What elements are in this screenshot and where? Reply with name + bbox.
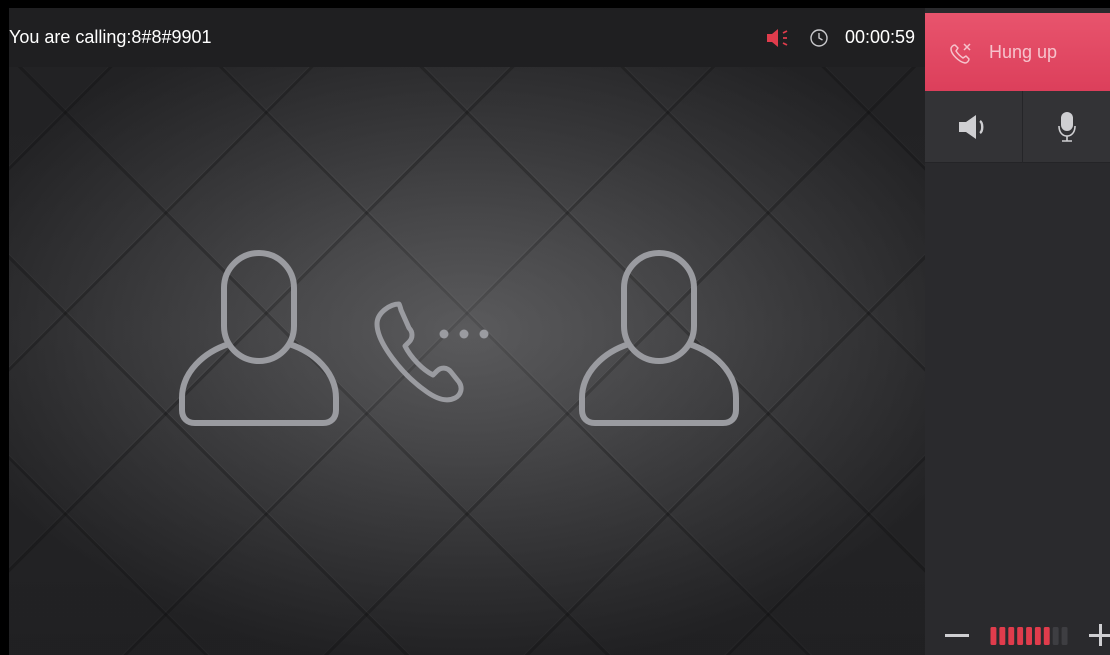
- audio-controls: [925, 91, 1110, 163]
- speaker-icon: [959, 115, 984, 139]
- volume-segment: [1026, 627, 1032, 645]
- volume-segment: [990, 627, 997, 645]
- volume-control: [945, 623, 1110, 649]
- speaker-alert-icon: [767, 29, 788, 47]
- call-window: You are calling:8#8#9901 00:00:59 Hung u…: [0, 0, 1110, 655]
- volume-level-slider[interactable]: [989, 627, 1069, 645]
- calling-number-text: You are calling:8#8#9901: [9, 27, 212, 47]
- volume-segment: [1043, 627, 1050, 645]
- call-control-panel: Hung up: [925, 8, 1110, 655]
- volume-segment: [1052, 627, 1059, 645]
- volume-minus-button[interactable]: [945, 633, 971, 639]
- volume-segment: [1034, 627, 1041, 645]
- call-stage: You are calling:8#8#9901 00:00:59: [9, 8, 925, 655]
- callee-avatar-icon: [579, 250, 739, 426]
- microphone-button[interactable]: [1022, 91, 1110, 163]
- clock-icon: [810, 29, 828, 47]
- call-timer: 00:00:59: [845, 27, 916, 47]
- hangup-label: Hung up: [989, 42, 1058, 62]
- microphone-icon: [1058, 112, 1076, 142]
- call-status-bar: You are calling:8#8#9901 00:00:59: [9, 8, 925, 67]
- volume-segment: [1061, 627, 1068, 645]
- volume-segment: [1017, 627, 1024, 645]
- phone-ringing-icon: [374, 301, 489, 403]
- volume-plus-button[interactable]: [1087, 623, 1110, 649]
- caller-avatar-icon: [179, 250, 339, 426]
- speaker-button[interactable]: [925, 91, 1021, 163]
- volume-segment: [999, 627, 1006, 645]
- phone-hangup-icon: [950, 43, 971, 64]
- volume-segment: [1008, 627, 1015, 645]
- hangup-button[interactable]: Hung up: [925, 13, 1110, 91]
